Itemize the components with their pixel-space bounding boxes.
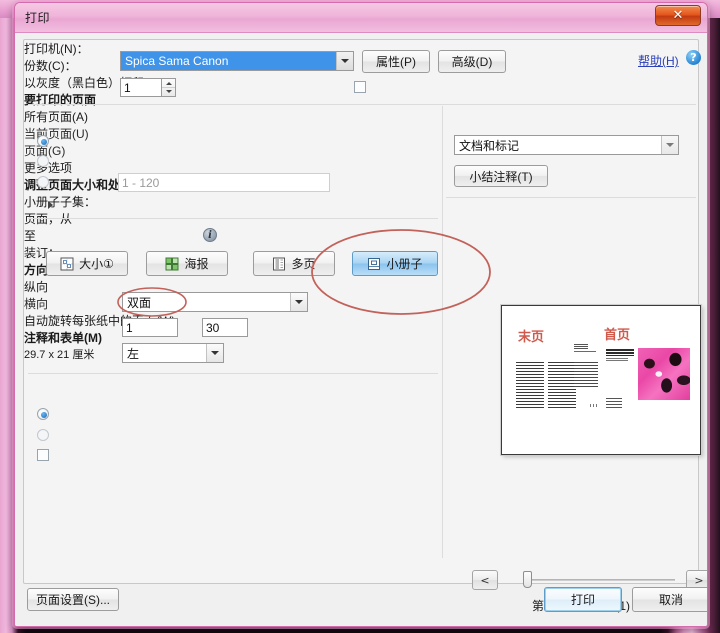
radio-current-page[interactable] [37,155,49,167]
print-dialog-window: 打印 ✕ 打印机(N)： Spica Sama Canon 属性(P) 高级(D… [14,2,708,627]
booklet-button[interactable]: 小册子 [352,251,438,276]
copies-stepper-down[interactable] [162,87,175,96]
pages-to-input[interactable]: 30 [202,318,248,337]
page-setup-label: 页面设置(S)... [36,593,110,607]
booklet-subset-label: 小册子子集： [24,195,97,209]
multipage-icon [273,257,286,270]
booklet-button-label: 小册子 [386,257,423,271]
printer-selected-value: Spica Sama Canon [125,54,229,68]
size-button-label: 大小① [79,257,114,271]
divider-top [28,104,696,105]
printer-properties-button[interactable]: 属性(P) [362,50,430,73]
printer-advanced-label: 高级(D) [451,55,493,69]
summarize-comments-button[interactable]: 小结注释(T) [454,165,548,187]
print-preview-page: 末页 首页 [501,305,701,455]
caret-up-icon [165,81,172,85]
page-setup-button[interactable]: 页面设置(S)... [27,588,119,611]
summarize-comments-label: 小结注释(T) [469,169,533,184]
dialog-footer: 页面设置(S)... 打印 取消 [15,578,707,626]
page-range-placeholder: 1 - 120 [122,175,160,190]
chevron-down-icon[interactable] [336,52,353,70]
caret-glyph [341,59,349,63]
caret-down-icon [165,90,172,93]
comments-forms-value: 文档和标记 [459,138,520,153]
pages-from-value: 1 [126,320,133,335]
chevron-down-icon[interactable] [206,344,223,362]
window-title: 打印 [25,11,51,25]
preview-footer-dots [590,404,597,407]
binding-select[interactable]: 左 [122,343,224,363]
poster-button[interactable]: 海报 [146,251,228,276]
print-button-label: 打印 [570,593,595,607]
pages-to-value: 30 [206,320,220,335]
copies-input[interactable]: 1 [120,78,162,97]
preview-last-page-label: 末页 [518,330,545,345]
size-button[interactable]: 大小① [46,251,128,276]
preview-rule [574,351,596,352]
divider-comments [446,197,696,198]
comments-forms-select[interactable]: 文档和标记 [454,135,679,155]
printer-properties-label: 属性(P) [376,55,416,69]
grayscale-checkbox[interactable] [354,81,366,93]
preview-cover-image [638,348,690,400]
preview-text-col-2 [548,362,576,410]
cancel-button-label: 取消 [658,593,683,607]
close-button[interactable]: ✕ [655,5,701,26]
preview-subtitle-block [606,358,628,361]
pages-from-input[interactable]: 1 [122,318,178,337]
booklet-subset-value: 双面 [127,295,152,310]
print-button[interactable]: 打印 [544,587,622,612]
printer-advanced-button[interactable]: 高级(D) [438,50,506,73]
preview-title-block [606,349,634,356]
radio-portrait[interactable] [37,408,49,420]
close-icon: ✕ [672,8,684,23]
caret-glyph [211,351,219,355]
poster-button-label: 海报 [184,257,209,271]
cancel-button[interactable]: 取消 [632,587,707,612]
poster-icon [165,257,179,270]
chevron-down-icon[interactable] [661,136,678,154]
preview-text-col-1 [516,362,544,410]
page-range-input[interactable]: 1 - 120 [118,173,330,192]
info-icon[interactable]: i [203,228,217,242]
preview-text-col-4 [606,398,622,410]
multipage-button[interactable]: 多页 [253,251,335,276]
dialog-client-area: 打印机(N)： Spica Sama Canon 属性(P) 高级(D) 帮助(… [15,33,707,626]
printer-select[interactable]: Spica Sama Canon [120,51,354,71]
chevron-right-icon[interactable] [48,201,53,209]
copies-value: 1 [124,80,131,95]
size-icon [60,257,74,270]
help-link[interactable]: 帮助(H) [638,52,679,69]
divider-pages [28,218,438,219]
radio-all-pages[interactable] [37,135,49,147]
caret-glyph [666,143,674,147]
question-icon[interactable]: ? [686,50,701,65]
preview-head-block [574,344,588,349]
preview-first-page-label: 首页 [604,328,631,343]
chevron-down-icon[interactable] [290,293,307,311]
multipage-button-label: 多页 [291,257,316,271]
content-panel: 打印机(N)： Spica Sama Canon 属性(P) 高级(D) 帮助(… [23,39,707,613]
radio-page-range[interactable] [37,176,49,188]
preview-text-col-3 [574,362,598,388]
radio-all-pages-label: 所有页面(A) [24,110,88,124]
caret-glyph [295,300,303,304]
divider-sizing [28,373,438,374]
auto-rotate-checkbox[interactable] [37,449,49,461]
copies-stepper[interactable] [162,78,176,97]
booklet-icon [368,257,381,270]
binding-value: 左 [127,346,140,361]
title-bar: 打印 ✕ [15,3,707,33]
pages-to-label: 至 [24,229,37,243]
radio-landscape[interactable] [37,429,49,441]
booklet-subset-select[interactable]: 双面 [122,292,308,312]
divider-vertical [442,106,443,558]
